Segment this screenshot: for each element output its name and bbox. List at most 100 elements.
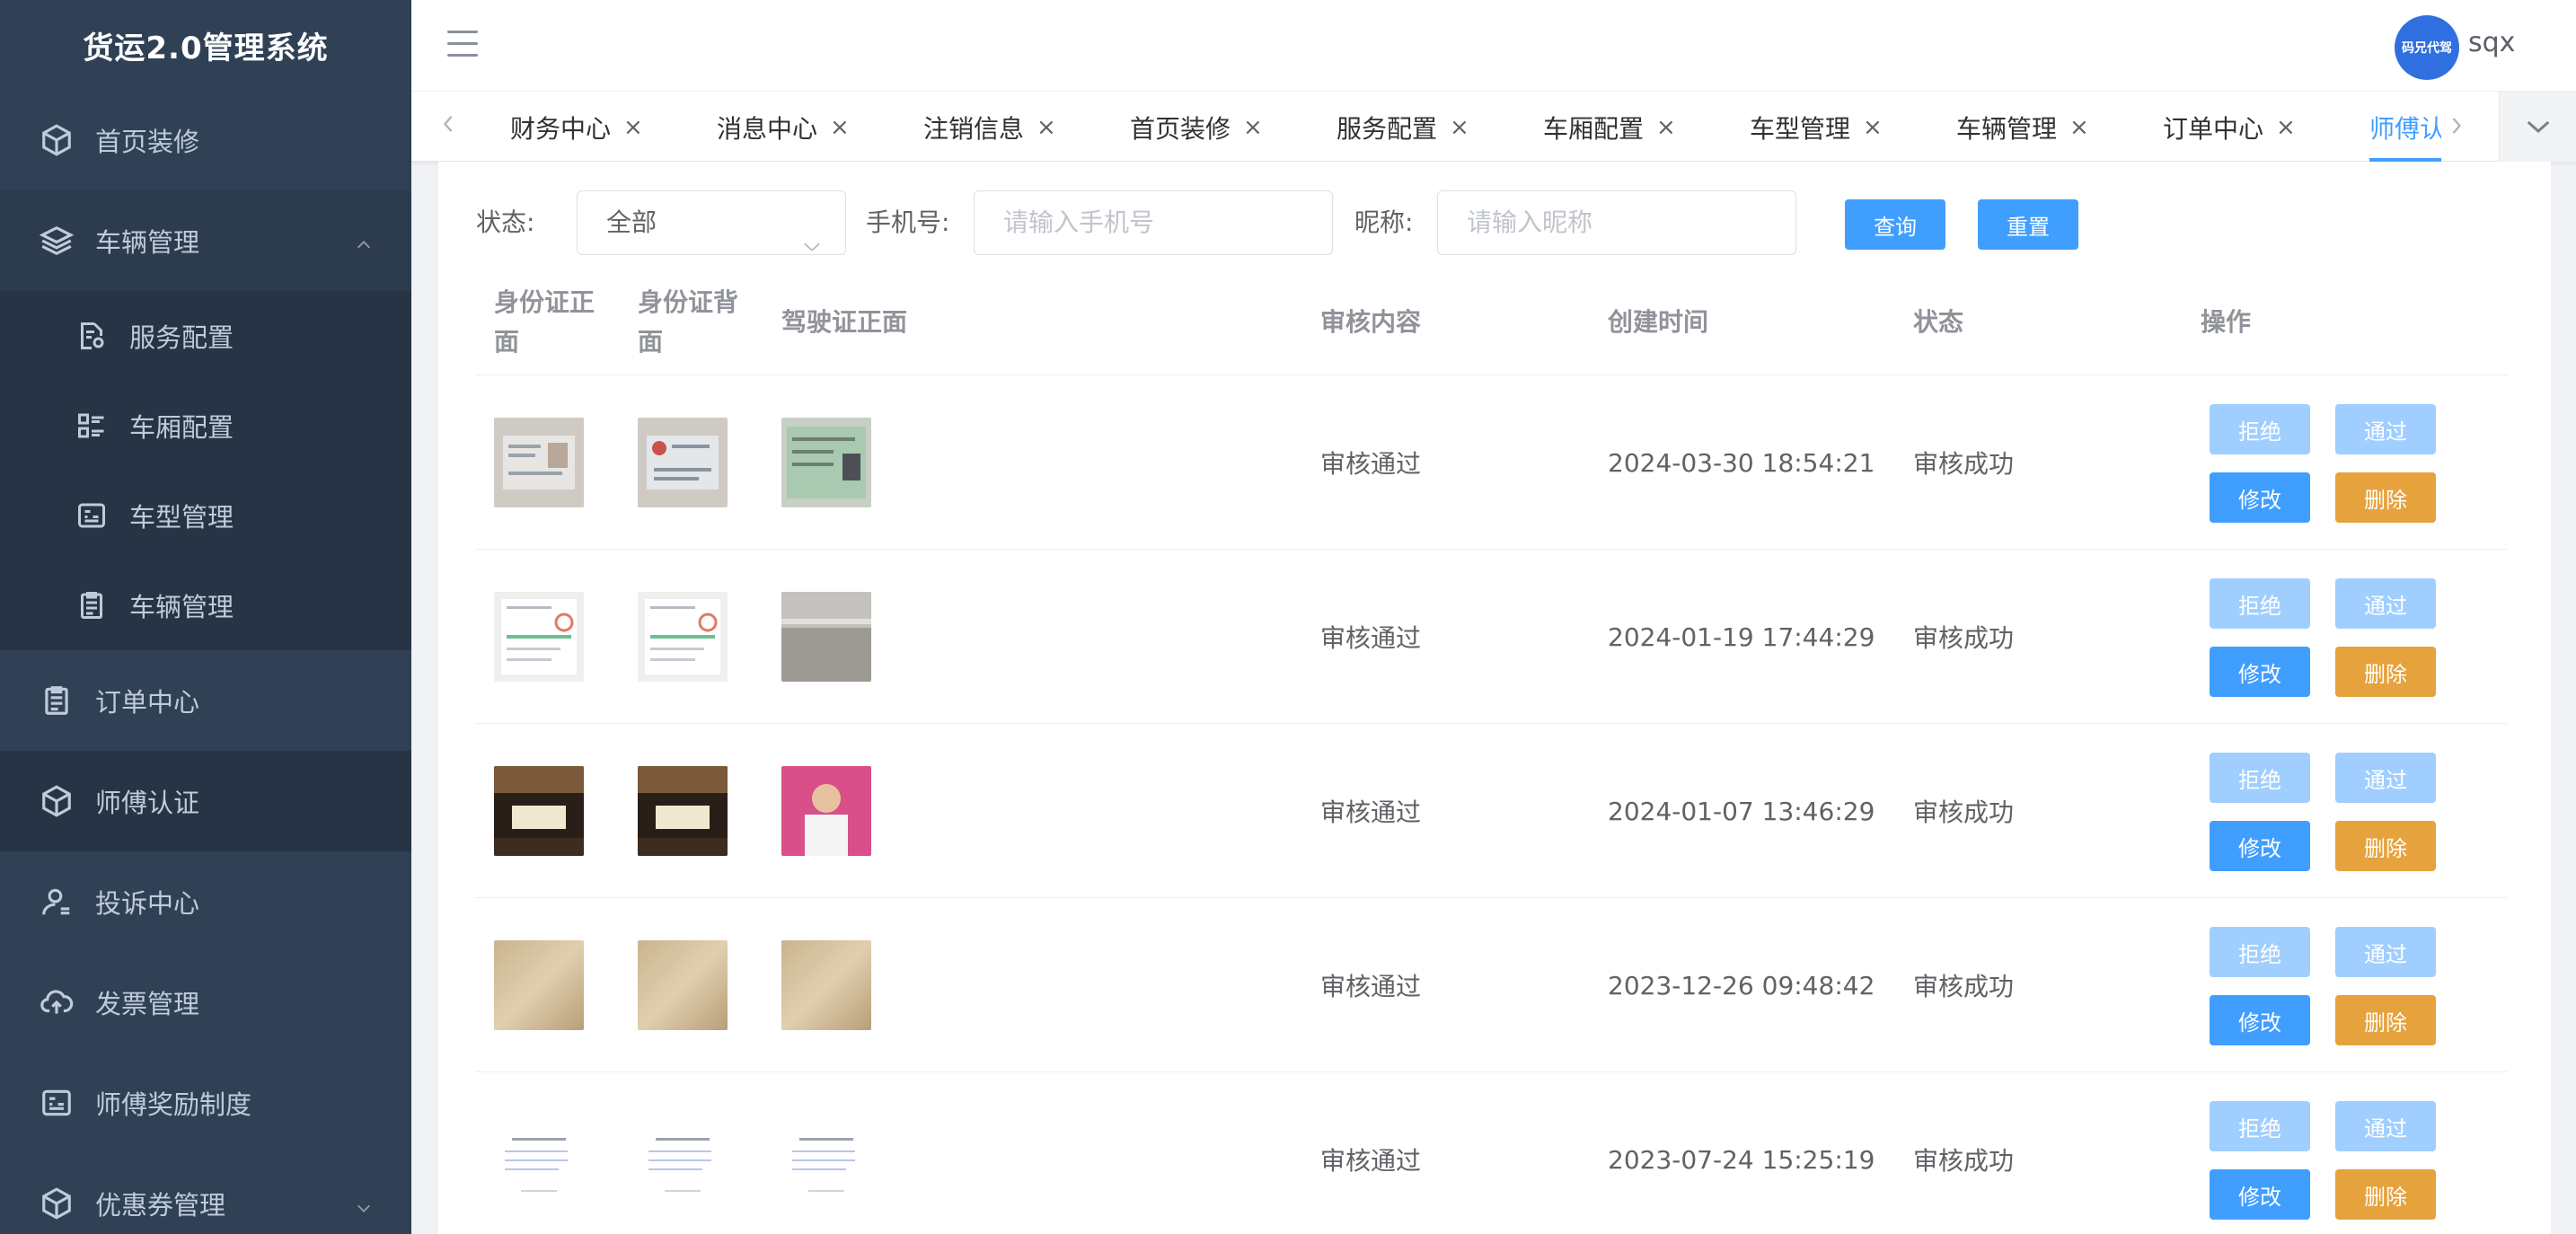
- edit-button[interactable]: 修改: [2210, 1169, 2310, 1220]
- tab-label: 消息中心: [717, 114, 818, 144]
- tab-label: 首页装修: [1130, 114, 1231, 144]
- sidebar-item-coupon-management[interactable]: 优惠券管理: [0, 1153, 411, 1234]
- tab-message-center[interactable]: 消息中心 ×: [717, 110, 850, 145]
- pass-button[interactable]: 通过: [2335, 404, 2436, 454]
- status-select[interactable]: 全部: [577, 190, 846, 255]
- edit-button[interactable]: 修改: [2210, 995, 2310, 1045]
- column-header-actions: 操作: [2201, 307, 2252, 337]
- tab-home-decor[interactable]: 首页装修 ×: [1130, 110, 1263, 145]
- id-back-thumbnail[interactable]: [638, 724, 728, 898]
- sidebar-subitem-label: 车厢配置: [129, 412, 234, 443]
- sidebar-item-driver-rewards[interactable]: 师傅奖励制度: [0, 1053, 411, 1153]
- license-front-thumbnail[interactable]: [781, 898, 871, 1072]
- close-icon[interactable]: ×: [1863, 114, 1883, 141]
- table-row: 审核通过 2023-12-26 09:48:42 审核成功 拒绝 通过 修改 删…: [476, 898, 2508, 1072]
- id-back-thumbnail[interactable]: [638, 375, 728, 550]
- close-icon[interactable]: ×: [623, 114, 643, 141]
- license-front-thumbnail[interactable]: [781, 375, 871, 550]
- close-icon[interactable]: ×: [2276, 114, 2296, 141]
- tab-service-config[interactable]: 服务配置 ×: [1337, 110, 1469, 145]
- cloud-upload-icon: [40, 985, 74, 1019]
- sidebar-item-home-decor[interactable]: 首页装修: [0, 90, 411, 190]
- license-front-thumbnail[interactable]: [781, 1072, 871, 1234]
- reject-button[interactable]: 拒绝: [2210, 927, 2310, 977]
- tab-finance-center[interactable]: 财务中心 ×: [510, 110, 643, 145]
- pass-button[interactable]: 通过: [2335, 1101, 2436, 1151]
- tab-order-center[interactable]: 订单中心 ×: [2163, 110, 2296, 145]
- reset-button[interactable]: 重置: [1978, 199, 2078, 250]
- search-button[interactable]: 查询: [1845, 199, 1945, 250]
- id-front-thumbnail[interactable]: [494, 724, 584, 898]
- close-icon[interactable]: ×: [1037, 114, 1056, 141]
- nickname-input-placeholder: 请输入昵称: [1467, 207, 1593, 237]
- sidebar-subitem-compartment-config[interactable]: 车厢配置: [0, 381, 411, 471]
- sidebar-submenu: 服务配置 车厢配置 车型管理 车辆管理: [0, 291, 411, 650]
- tab-vehicle-type[interactable]: 车型管理 ×: [1750, 110, 1883, 145]
- chevron-left-icon[interactable]: [438, 111, 465, 142]
- chevron-right-icon[interactable]: [2447, 113, 2474, 144]
- list-icon: [75, 410, 108, 442]
- sidebar-item-complaint-center[interactable]: 投诉中心: [0, 851, 411, 952]
- id-back-thumbnail[interactable]: [638, 550, 728, 724]
- tab-label: 订单中心: [2163, 114, 2264, 144]
- pass-button[interactable]: 通过: [2335, 927, 2436, 977]
- username[interactable]: sqx: [2468, 27, 2515, 58]
- close-icon[interactable]: ×: [1243, 114, 1263, 141]
- nickname-input[interactable]: 请输入昵称: [1437, 190, 1796, 255]
- id-front-thumbnail[interactable]: [494, 550, 584, 724]
- avatar[interactable]: 码兄代驾: [2395, 15, 2459, 80]
- close-icon[interactable]: ×: [1656, 114, 1676, 141]
- table-row: 审核通过 2024-01-07 13:46:29 审核成功 拒绝 通过 修改 删…: [476, 724, 2508, 898]
- id-front-thumbnail[interactable]: [494, 1072, 584, 1234]
- status-cell: 审核成功: [1913, 623, 2015, 653]
- tab-compartment-config[interactable]: 车厢配置 ×: [1543, 110, 1676, 145]
- delete-button[interactable]: 删除: [2335, 995, 2436, 1045]
- pass-button[interactable]: 通过: [2335, 578, 2436, 629]
- phone-input[interactable]: 请输入手机号: [974, 190, 1333, 255]
- sidebar-subitem-vehicle-type[interactable]: 车型管理: [0, 471, 411, 560]
- sidebar-subitem-label: 车辆管理: [129, 592, 234, 622]
- edit-button[interactable]: 修改: [2210, 821, 2310, 871]
- license-front-thumbnail[interactable]: [781, 724, 871, 898]
- tabs-dropdown-button[interactable]: [2499, 92, 2576, 162]
- tab-cancellation-info[interactable]: 注销信息 ×: [923, 110, 1056, 145]
- tab-label: 注销信息: [923, 114, 1025, 144]
- review-content-cell: 审核通过: [1320, 623, 1422, 653]
- close-icon[interactable]: ×: [1450, 114, 1469, 141]
- reject-button[interactable]: 拒绝: [2210, 1101, 2310, 1151]
- pass-button[interactable]: 通过: [2335, 753, 2436, 803]
- sidebar-item-invoice-management[interactable]: 发票管理: [0, 952, 411, 1053]
- sidebar-subitem-service-config[interactable]: 服务配置: [0, 291, 411, 381]
- close-icon[interactable]: ×: [2069, 114, 2089, 141]
- sidebar-item-label: 投诉中心: [95, 888, 200, 919]
- reject-button[interactable]: 拒绝: [2210, 404, 2310, 454]
- edit-button[interactable]: 修改: [2210, 472, 2310, 523]
- tab-vehicle-management[interactable]: 车辆管理 ×: [1956, 110, 2089, 145]
- id-front-thumbnail[interactable]: [494, 898, 584, 1072]
- close-icon[interactable]: ×: [830, 114, 850, 141]
- sidebar-subitem-vehicle-management[interactable]: 车辆管理: [0, 560, 411, 650]
- id-front-thumbnail[interactable]: [494, 375, 584, 550]
- chevron-up-icon: [354, 231, 374, 251]
- reject-button[interactable]: 拒绝: [2210, 753, 2310, 803]
- sidebar-item-vehicle-management[interactable]: 车辆管理: [0, 190, 411, 291]
- delete-button[interactable]: 删除: [2335, 472, 2436, 523]
- certification-table: 身份证正面 身份证背面 驾驶证正面 审核内容 创建时间 状态 操作 审核通过 2…: [476, 269, 2508, 1234]
- phone-input-placeholder: 请输入手机号: [1003, 207, 1155, 237]
- hamburger-menu-icon[interactable]: [447, 31, 478, 61]
- sidebar-item-order-center[interactable]: 订单中心: [0, 650, 411, 751]
- edit-button[interactable]: 修改: [2210, 647, 2310, 697]
- created-at-cell: 2024-01-07 13:46:29: [1608, 796, 1875, 826]
- delete-button[interactable]: 删除: [2335, 1169, 2436, 1220]
- id-back-thumbnail[interactable]: [638, 898, 728, 1072]
- column-header-created-at: 创建时间: [1608, 307, 1709, 337]
- status-cell: 审核成功: [1913, 798, 2015, 827]
- license-front-thumbnail[interactable]: [781, 550, 871, 724]
- delete-button[interactable]: 删除: [2335, 821, 2436, 871]
- layers-icon: [40, 224, 74, 258]
- sidebar-item-driver-certification[interactable]: 师傅认证: [0, 751, 411, 851]
- id-back-thumbnail[interactable]: [638, 1072, 728, 1234]
- tab-driver-certification[interactable]: 师傅认证: [2369, 110, 2441, 162]
- reject-button[interactable]: 拒绝: [2210, 578, 2310, 629]
- delete-button[interactable]: 删除: [2335, 647, 2436, 697]
